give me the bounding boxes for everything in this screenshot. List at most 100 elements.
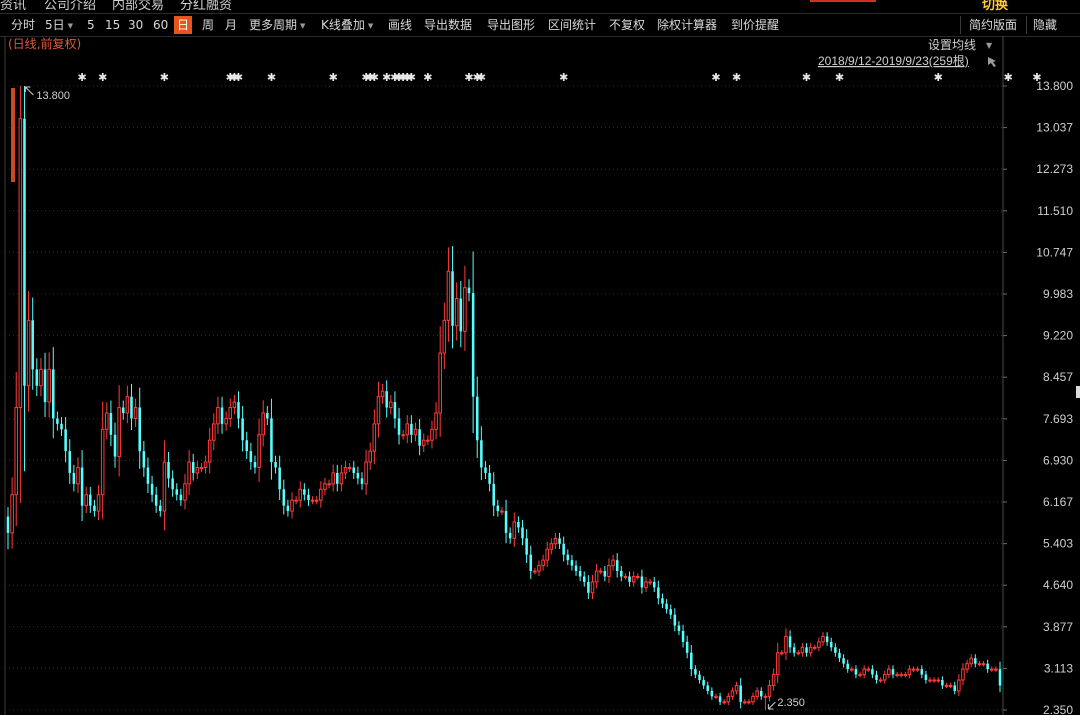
candle [582, 571, 586, 587]
candle [710, 687, 714, 700]
pin-icon[interactable] [988, 57, 996, 67]
tab-weekly[interactable]: 周 [199, 16, 217, 34]
event-marker-icon[interactable]: ✱ [423, 71, 432, 84]
candle [171, 470, 174, 497]
candle [43, 352, 47, 418]
candle [730, 687, 735, 700]
candle [862, 665, 866, 679]
candle [812, 644, 817, 651]
candle [319, 481, 323, 508]
candle [187, 449, 191, 495]
candle [590, 575, 595, 600]
chevron-down-icon: ▼ [300, 22, 306, 30]
switch-label[interactable]: 切换 [982, 0, 1008, 12]
export-data-button[interactable]: 导出数据 [421, 16, 475, 34]
export-chart-button[interactable]: 导出图形 [484, 16, 538, 34]
ex-rights-calculator-button[interactable]: 除权计算器 [654, 16, 720, 34]
event-marker-icon[interactable]: ✱ [370, 71, 379, 84]
price-alert-button[interactable]: 到价提醒 [728, 16, 782, 34]
candle [339, 464, 344, 492]
event-marker-icon[interactable]: ✱ [835, 71, 844, 84]
tab-15min[interactable]: 15 [102, 16, 123, 34]
candle [307, 488, 310, 506]
candle [690, 645, 693, 677]
event-marker-icon[interactable]: ✱ [267, 71, 276, 84]
event-marker-icon[interactable]: ✱ [559, 71, 568, 84]
event-marker-icon[interactable]: ✱ [477, 71, 486, 84]
tab-30min[interactable]: 30 [125, 16, 146, 34]
event-marker-icon[interactable]: ✱ [98, 71, 107, 84]
y-tick-label: 4.640 [1043, 578, 1073, 592]
event-marker-icon[interactable]: ✱ [329, 71, 338, 84]
tab-company-intro[interactable]: 公司介绍 [44, 0, 96, 12]
candle [245, 431, 249, 460]
candle [998, 661, 1002, 693]
candle [871, 665, 874, 679]
event-marker-icon[interactable]: ✱ [732, 71, 741, 84]
event-marker-icon[interactable]: ✱ [934, 71, 943, 84]
tab-intraday[interactable]: 分时 [8, 16, 38, 34]
candle [232, 394, 237, 415]
tab-5min[interactable]: 5 [84, 16, 98, 34]
candle [207, 427, 212, 474]
draw-line-button[interactable]: 画线 [385, 16, 415, 34]
candle [545, 541, 549, 567]
candle [413, 422, 418, 442]
scroll-marker[interactable] [1076, 386, 1080, 398]
tab-insider-trading[interactable]: 内部交易 [112, 0, 164, 12]
event-marker-icon[interactable]: ✱ [1032, 71, 1041, 84]
y-tick-label: 10.747 [1036, 245, 1073, 259]
candle [327, 479, 331, 489]
y-tick-label: 12.273 [1036, 162, 1073, 176]
toolbar-divider [1026, 16, 1027, 34]
event-marker-icon[interactable]: ✱ [711, 71, 720, 84]
event-marker-icon[interactable]: ✱ [1004, 71, 1013, 84]
candle [903, 671, 908, 678]
y-tick-label: 11.510 [1037, 204, 1073, 218]
candle [336, 464, 339, 492]
tab-5day-label: 5日 [45, 18, 65, 32]
candle [615, 553, 619, 578]
candle [167, 451, 170, 488]
candle [694, 665, 697, 679]
tab-dividend-financing[interactable]: 分红融资 [180, 0, 232, 12]
candle [310, 496, 315, 505]
hide-button[interactable]: 隐藏 [1030, 16, 1060, 34]
no-adjust-button[interactable]: 不复权 [606, 16, 648, 34]
tab-news[interactable]: 资讯 [0, 0, 26, 12]
tab-5day[interactable]: 5日 ▼ [42, 16, 76, 34]
event-marker-icon[interactable]: ✱ [77, 71, 86, 84]
candle [948, 682, 953, 689]
kline-overlay-dropdown-label: K线叠加 [321, 18, 365, 32]
candle [480, 426, 483, 481]
candlesticks [6, 86, 1002, 710]
candle [146, 457, 150, 493]
kline-chart-area: 13.800 13.037 12.273 11.510 10.747 9.983 9.220… [0, 36, 1080, 715]
candle [434, 402, 438, 440]
ma-settings-button[interactable]: 设置均线 [928, 38, 976, 52]
event-marker-icon[interactable]: ✱ [407, 71, 416, 84]
candle [677, 621, 681, 636]
candle [673, 608, 677, 632]
candle [314, 496, 319, 505]
candle [895, 671, 899, 678]
highlight-bar [11, 88, 15, 182]
simple-layout-button[interactable]: 简约版面 [966, 16, 1020, 34]
candle [430, 420, 434, 449]
tab-60min[interactable]: 60 [150, 16, 171, 34]
event-marker-icon[interactable]: ✱ [802, 71, 811, 84]
more-periods-dropdown[interactable]: 更多周期 ▼ [246, 16, 308, 34]
candle [661, 593, 664, 609]
candle [195, 461, 200, 480]
candle [389, 394, 393, 415]
price-alert-button-label: 到价提醒 [731, 18, 780, 32]
export-data-button-label: 导出数据 [424, 18, 473, 32]
no-adjust-button-label: 不复权 [609, 18, 646, 32]
tab-daily[interactable]: 日 [174, 16, 193, 34]
event-marker-icon[interactable]: ✱ [234, 71, 243, 84]
tab-monthly[interactable]: 月 [222, 16, 240, 34]
range-stats-button[interactable]: 区间统计 [545, 16, 599, 34]
kline-overlay-dropdown[interactable]: K线叠加 ▼ [318, 16, 376, 34]
event-marker-icon[interactable]: ✱ [160, 71, 169, 84]
candle [899, 671, 903, 678]
